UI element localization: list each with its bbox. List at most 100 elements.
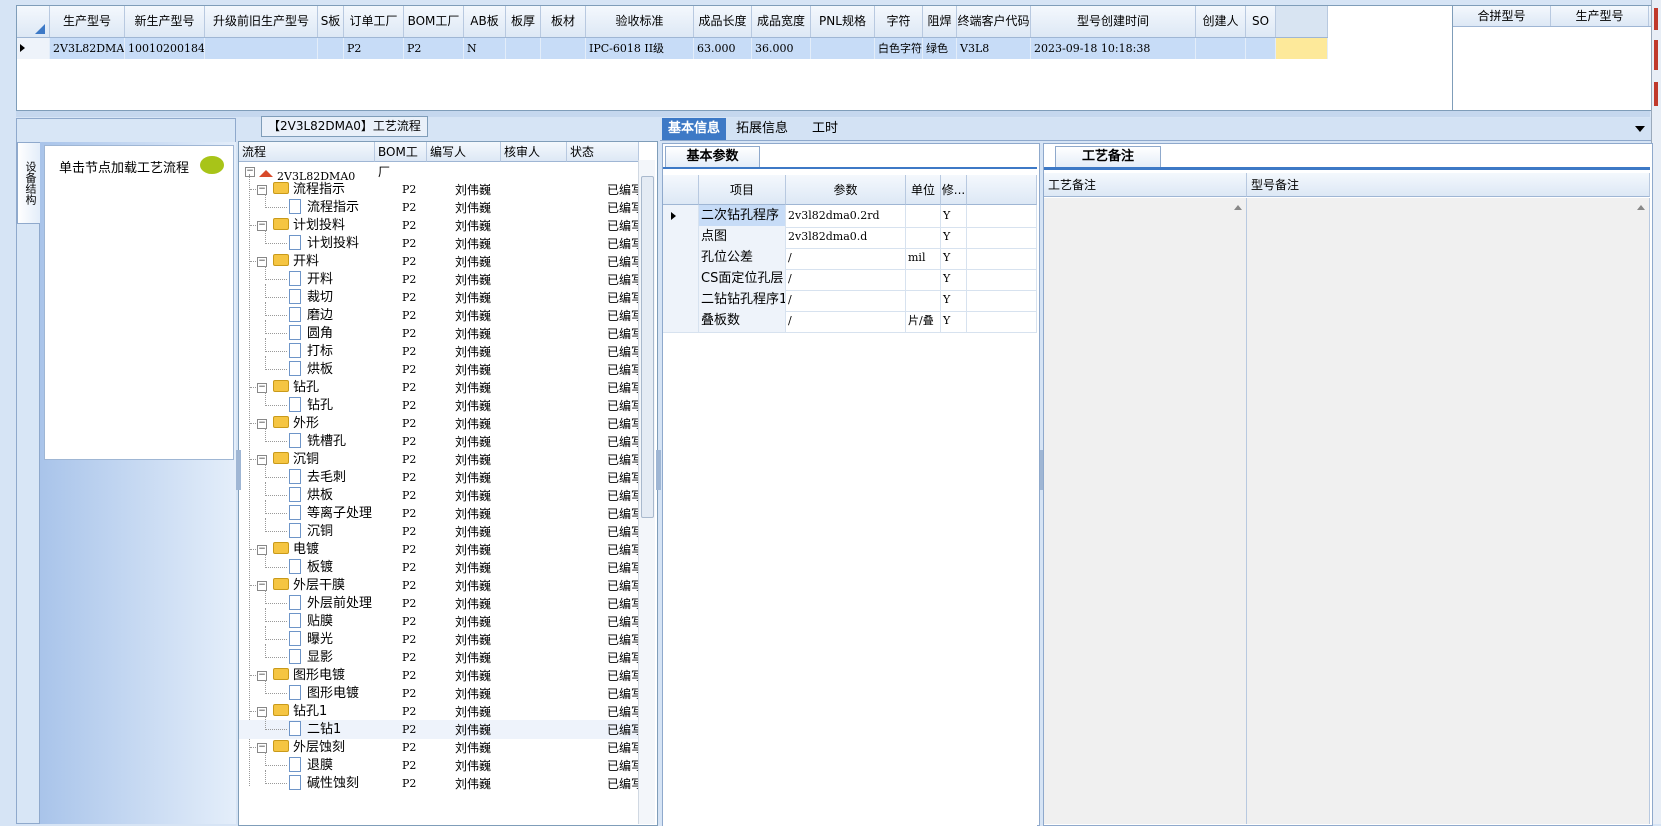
grid-cell[interactable]: 10010200184644: [125, 38, 205, 59]
param-modify[interactable]: Y: [941, 310, 967, 332]
tree-leaf-node[interactable]: 钻孔 P2 刘伟巍 已编写: [239, 392, 639, 415]
col-header[interactable]: 生产型号: [50, 6, 125, 37]
col-header[interactable]: 字符: [875, 6, 923, 37]
param-item[interactable]: 孔位公差: [699, 247, 786, 269]
process-tree[interactable]: 流程 BOM工厂 编写人 核审人 状态 − 2V3L82DMA0 − 流程指示 P2…: [238, 141, 658, 826]
grid-cell[interactable]: [205, 38, 318, 59]
param-row[interactable]: CS面定位孔层 / Y: [663, 268, 1037, 291]
collapse-icon[interactable]: −: [245, 167, 255, 177]
tree-leaf-node[interactable]: 圆角 P2 刘伟巍 已编写: [239, 320, 639, 343]
grid-cell[interactable]: [811, 38, 875, 59]
param-unit[interactable]: 片/叠: [906, 310, 941, 332]
chevron-down-icon[interactable]: [1635, 126, 1645, 137]
tree-group-node[interactable]: −计划投料P2刘伟巍已编写: [239, 216, 639, 235]
tab-work-hours[interactable]: 工时: [806, 118, 844, 140]
splitter-grip[interactable]: [236, 450, 241, 490]
row-indicator[interactable]: [663, 289, 699, 311]
grid-cell[interactable]: [1196, 38, 1246, 59]
tree-leaf-node[interactable]: 图形电镀 P2 刘伟巍 已编写: [239, 680, 639, 703]
param-extra[interactable]: [967, 268, 1037, 290]
row-indicator[interactable]: [17, 38, 50, 59]
param-unit[interactable]: [906, 289, 941, 311]
grid-cell[interactable]: [318, 38, 344, 59]
tab-basic-params[interactable]: 基本参数: [665, 146, 760, 167]
grid-cell[interactable]: [506, 38, 541, 59]
param-extra[interactable]: [967, 289, 1037, 311]
col-header[interactable]: 成品宽度: [752, 6, 811, 37]
tree-leaf-node[interactable]: 等离子处理 P2 刘伟巍 已编写: [239, 500, 639, 523]
col-bom[interactable]: BOM工厂: [375, 142, 427, 179]
process-note-text[interactable]: [1044, 198, 1247, 824]
tree-group-node[interactable]: −外层蚀刻P2刘伟巍已编写: [239, 738, 639, 757]
col-header[interactable]: 终端客户代码: [957, 6, 1031, 37]
production-col-header[interactable]: 生产型号: [1551, 6, 1649, 26]
col-process-note[interactable]: 工艺备注: [1044, 173, 1247, 197]
param-item[interactable]: 点图: [699, 226, 786, 248]
col-header[interactable]: 板材: [541, 6, 586, 37]
tree-leaf-node[interactable]: 二钻1 P2 刘伟巍 已编写: [239, 716, 639, 739]
grid-cell[interactable]: V3L8: [957, 38, 1031, 59]
grid-cell[interactable]: 白色字符: [875, 38, 923, 59]
tree-group-node[interactable]: −外形P2刘伟巍已编写: [239, 414, 639, 433]
col-header[interactable]: 验收标准: [586, 6, 694, 37]
row-indicator[interactable]: [663, 226, 699, 248]
col-reviewer[interactable]: 核审人: [501, 142, 567, 162]
tree-leaf-node[interactable]: 流程指示 P2 刘伟巍 已编写: [239, 194, 639, 217]
param-value[interactable]: /: [786, 310, 906, 332]
param-unit[interactable]: [906, 205, 941, 227]
row-indicator[interactable]: [663, 205, 699, 227]
grid-cell[interactable]: 2V3L82DMA0: [50, 38, 125, 59]
tree-leaf-node[interactable]: 裁切 P2 刘伟巍 已编写: [239, 284, 639, 307]
param-value[interactable]: 2v3l82dma0.2rd: [786, 205, 906, 227]
param-item[interactable]: 叠板数: [699, 310, 786, 332]
param-extra[interactable]: [967, 310, 1037, 332]
param-modify[interactable]: Y: [941, 289, 967, 311]
scroll-thumb[interactable]: [641, 176, 654, 518]
col-status[interactable]: 状态: [567, 142, 639, 162]
param-unit[interactable]: mil: [906, 247, 941, 269]
tree-body[interactable]: − 2V3L82DMA0 −流程指示P2刘伟巍已编写流程指示P2刘伟巍已编写−计…: [239, 162, 639, 825]
param-row[interactable]: 二次钻孔程序 2v3l82dma0.2rd Y: [663, 205, 1037, 228]
tree-group-node[interactable]: −图形电镀P2刘伟巍已编写: [239, 666, 639, 685]
param-extra[interactable]: [967, 226, 1037, 248]
col-unit[interactable]: 单位: [906, 175, 941, 205]
merge-model-grid[interactable]: 合拼型号 生产型号: [1452, 5, 1652, 111]
param-modify[interactable]: Y: [941, 247, 967, 269]
grid-cell[interactable]: [541, 38, 586, 59]
vertical-tab-equipment[interactable]: 设备结构: [17, 142, 40, 224]
param-unit[interactable]: [906, 268, 941, 290]
param-modify[interactable]: Y: [941, 268, 967, 290]
tree-group-node[interactable]: −开料P2刘伟巍已编写: [239, 252, 639, 271]
param-extra[interactable]: [967, 247, 1037, 269]
tree-group-node[interactable]: −电镀P2刘伟巍已编写: [239, 540, 639, 559]
scroll-up-icon[interactable]: [1637, 201, 1645, 210]
tree-leaf-node[interactable]: 板镀 P2 刘伟巍 已编写: [239, 554, 639, 577]
tree-leaf-node[interactable]: 打标 P2 刘伟巍 已编写: [239, 338, 639, 361]
param-row[interactable]: 叠板数 / 片/叠 Y: [663, 310, 1037, 333]
col-header[interactable]: SO: [1246, 6, 1276, 37]
col-header[interactable]: 升级前旧生产型号: [205, 6, 318, 37]
param-value[interactable]: /: [786, 289, 906, 311]
tree-leaf-node[interactable]: 显影 P2 刘伟巍 已编写: [239, 644, 639, 667]
grid-selected-row[interactable]: 2V3L82DMA010010200184644P2P2NIPC-6018 II…: [17, 38, 1328, 59]
param-value[interactable]: /: [786, 268, 906, 290]
tree-group-node[interactable]: −流程指示P2刘伟巍已编写: [239, 180, 639, 199]
tree-leaf-node[interactable]: 沉铜 P2 刘伟巍 已编写: [239, 518, 639, 541]
tree-leaf-node[interactable]: 铣槽孔 P2 刘伟巍 已编写: [239, 428, 639, 451]
tree-scrollbar[interactable]: [638, 160, 655, 824]
tree-leaf-node[interactable]: 退膜 P2 刘伟巍 已编写: [239, 752, 639, 775]
model-note-text[interactable]: [1247, 198, 1650, 824]
param-extra[interactable]: [967, 205, 1037, 227]
col-param[interactable]: 参数: [786, 175, 906, 205]
tree-leaf-node[interactable]: 烘板 P2 刘伟巍 已编写: [239, 356, 639, 379]
tab-basic-info[interactable]: 基本信息: [662, 118, 727, 140]
col-header[interactable]: 阻焊: [923, 6, 957, 37]
col-header[interactable]: PNL规格: [811, 6, 875, 37]
production-model-grid[interactable]: 生产型号 新生产型号 升级前旧生产型号 S板 订单工厂 BOM工厂 AB板 板厚 板材 验收标准成…: [16, 5, 1453, 111]
col-header[interactable]: S板: [318, 6, 344, 37]
row-indicator[interactable]: [663, 268, 699, 290]
param-row[interactable]: 点图 2v3l82dma0.d Y: [663, 226, 1037, 249]
col-writer[interactable]: 编写人: [427, 142, 501, 162]
col-header[interactable]: 型号创建时间: [1031, 6, 1196, 37]
splitter-grip[interactable]: [656, 450, 661, 490]
